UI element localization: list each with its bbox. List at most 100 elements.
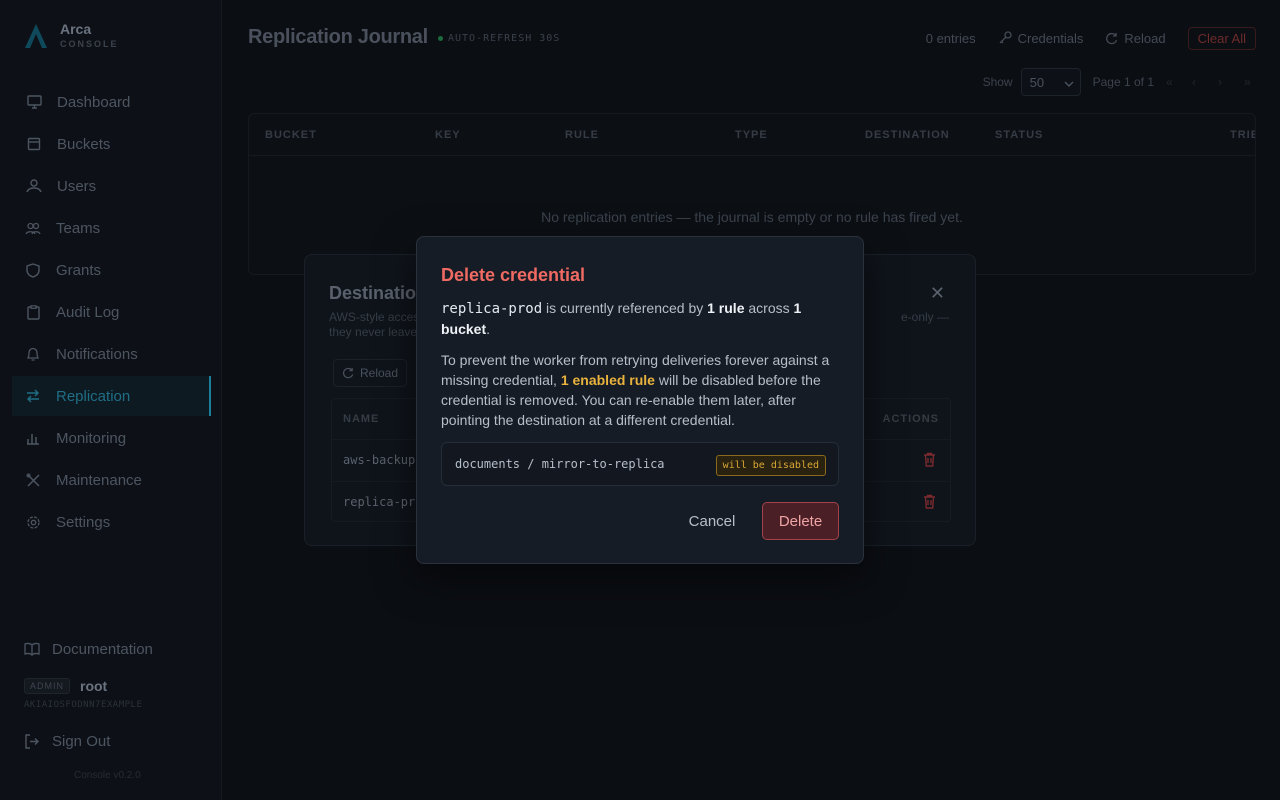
sidebar-item-audit-log[interactable]: Audit Log <box>12 292 211 332</box>
next-page-icon[interactable]: › <box>1218 75 1232 89</box>
text-segment: across <box>744 300 794 316</box>
bucket-icon <box>25 135 43 153</box>
destination-name: aws-backup <box>343 453 416 467</box>
page-size-select[interactable]: 50 <box>1020 68 1081 96</box>
sidebar-item-notifications[interactable]: Notifications <box>12 334 211 374</box>
refresh-icon <box>342 367 354 379</box>
sidebar-item-label: Grants <box>56 261 102 279</box>
destinations-reload-button[interactable]: Reload <box>333 359 408 387</box>
affected-rule-item: documents / mirror-to-replica will be di… <box>441 442 839 486</box>
description-line-2: they never leave <box>329 325 418 339</box>
dialog-title: Delete credential <box>441 265 586 285</box>
table-header: BUCKET KEY RULE TYPE DESTINATION STATUS … <box>249 114 1255 156</box>
credentials-button[interactable]: Credentials <box>998 30 1084 46</box>
reload-button[interactable]: Reload <box>1105 30 1166 46</box>
rule-path: documents / mirror-to-replica <box>455 457 665 471</box>
sign-out-icon <box>24 733 40 749</box>
column-header[interactable]: BUCKET <box>265 129 317 141</box>
sidebar-item-maintenance[interactable]: Maintenance <box>12 460 211 500</box>
column-header[interactable]: KEY <box>435 129 461 141</box>
sidebar: Arca CONSOLE Dashboard Buckets Users Tea… <box>0 0 222 800</box>
reload-label: Reload <box>360 366 399 380</box>
chevron-down-icon <box>1064 75 1074 90</box>
first-page-icon[interactable]: « <box>1166 75 1180 89</box>
close-icon[interactable]: ✕ <box>930 283 945 304</box>
replication-icon <box>24 387 42 405</box>
bar-chart-icon <box>24 429 42 447</box>
prev-page-icon[interactable]: ‹ <box>1192 75 1206 89</box>
page-title: Replication Journal <box>248 26 428 48</box>
trash-icon[interactable] <box>923 452 936 467</box>
brand-subtitle: CONSOLE <box>60 39 119 49</box>
sidebar-item-label: Replication <box>56 387 131 405</box>
sidebar-item-buckets[interactable]: Buckets <box>12 124 211 164</box>
column-header[interactable]: DESTINATION <box>865 129 950 141</box>
book-icon <box>24 642 40 656</box>
access-key: AKIAIOSFODNN7EXAMPLE <box>24 700 143 710</box>
sidebar-item-teams[interactable]: Teams <box>12 208 211 248</box>
sidebar-item-label: Buckets <box>57 135 111 153</box>
reload-label: Reload <box>1124 30 1166 46</box>
credentials-label: Credentials <box>1017 30 1084 46</box>
header-actions: 0 entries Credentials Reload Clear All <box>904 26 1256 50</box>
credential-name: replica-prod <box>441 301 543 317</box>
sidebar-item-grants[interactable]: Grants <box>12 250 211 290</box>
column-header: ACTIONS <box>882 413 939 425</box>
sidebar-item-users[interactable]: Users <box>12 166 211 206</box>
monitor-icon <box>25 93 43 111</box>
key-icon <box>998 31 1012 45</box>
brand-name: Arca <box>60 21 92 37</box>
column-header[interactable]: TRIES <box>1230 129 1255 141</box>
pagination: Show 50 Page 1 of 1 « ‹ › » <box>983 68 1258 96</box>
sidebar-footer: Documentation ADMIN root AKIAIOSFODNN7EX… <box>24 636 210 754</box>
sidebar-item-replication[interactable]: Replication <box>12 376 211 416</box>
sidebar-item-label: Monitoring <box>56 429 127 447</box>
version-label: Console v0.2.0 <box>74 770 141 781</box>
auto-refresh-indicator: AUTO-REFRESH 30S <box>438 33 560 44</box>
sidebar-item-dashboard[interactable]: Dashboard <box>12 82 211 122</box>
text-segment: . <box>486 321 491 337</box>
documentation-link[interactable]: Documentation <box>24 636 210 662</box>
sidebar-item-label: Maintenance <box>56 471 142 489</box>
sidebar-item-monitoring[interactable]: Monitoring <box>12 418 211 458</box>
description-line-1-end: e-only — <box>900 310 949 324</box>
sidebar-item-label: Teams <box>56 219 101 237</box>
arca-logo-icon <box>25 23 47 48</box>
teams-icon <box>24 219 42 237</box>
page-size-label: Show <box>982 75 1013 89</box>
last-page-icon[interactable]: » <box>1244 75 1258 89</box>
clipboard-icon <box>24 303 42 321</box>
delete-button[interactable]: Delete <box>762 502 839 540</box>
sidebar-item-settings[interactable]: Settings <box>12 502 211 542</box>
enabled-rule-count: 1 enabled rule <box>560 372 655 388</box>
column-header[interactable]: RULE <box>565 129 599 141</box>
brand[interactable]: Arca CONSOLE <box>24 22 119 49</box>
column-header[interactable]: TYPE <box>735 129 768 141</box>
page-size-value: 50 <box>1029 74 1045 90</box>
delete-credential-dialog: Delete credential replica-prod is curren… <box>416 236 864 564</box>
sidebar-item-label: Users <box>57 177 97 195</box>
sidebar-nav: Dashboard Buckets Users Teams Grants Aud… <box>12 82 211 544</box>
cancel-button[interactable]: Cancel <box>675 502 749 540</box>
user-name: root <box>80 678 108 694</box>
sidebar-item-label: Settings <box>56 513 111 531</box>
dialog-warning-text: To prevent the worker from retrying deli… <box>441 350 841 430</box>
column-header: NAME <box>343 413 380 425</box>
bell-icon <box>24 345 42 363</box>
rule-count: 1 rule <box>707 300 745 316</box>
sign-out-button[interactable]: Sign Out <box>24 728 210 754</box>
shield-icon <box>24 261 42 279</box>
clear-all-button[interactable]: Clear All <box>1187 26 1256 50</box>
refresh-icon <box>1105 32 1118 45</box>
empty-state-message: No replication entries — the journal is … <box>541 209 963 225</box>
description-line-1: AWS-style access <box>329 310 426 324</box>
status-dot-icon <box>438 36 443 41</box>
status-badge: will be disabled <box>715 455 826 476</box>
tools-icon <box>24 471 42 489</box>
auto-refresh-label: AUTO-REFRESH 30S <box>448 33 561 44</box>
column-header[interactable]: STATUS <box>995 129 1043 141</box>
dialog-reference-text: replica-prod is currently referenced by … <box>441 298 841 339</box>
trash-icon[interactable] <box>923 494 936 509</box>
sidebar-item-label: Notifications <box>56 345 138 363</box>
text-segment: is currently referenced by <box>542 300 708 316</box>
